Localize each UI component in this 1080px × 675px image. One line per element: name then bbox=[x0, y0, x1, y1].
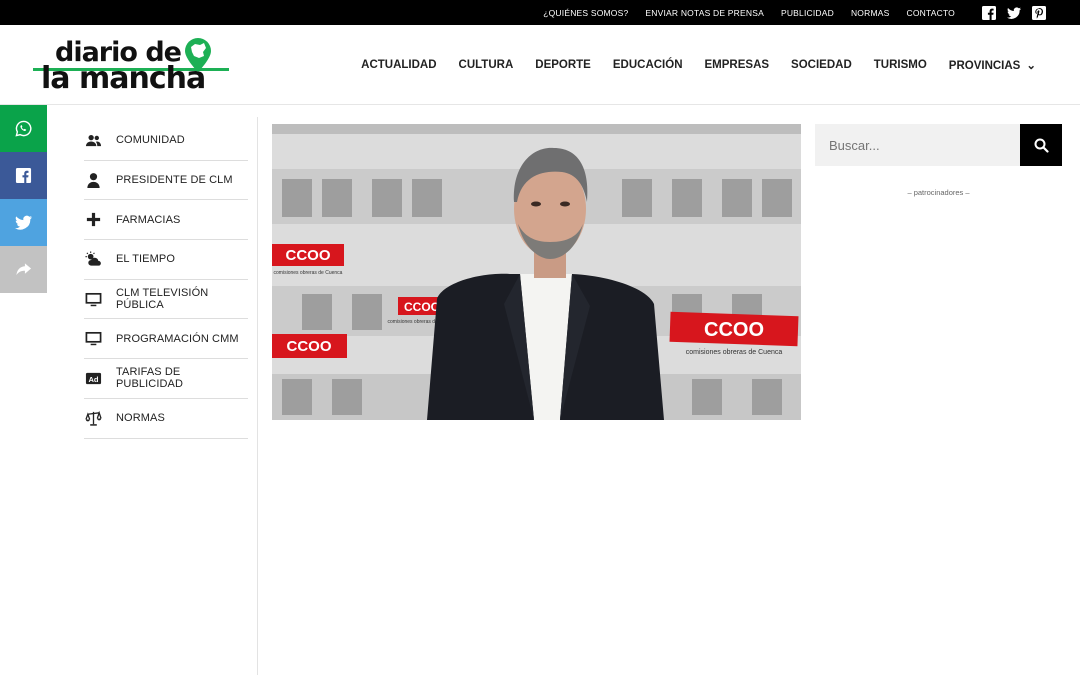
cloud-sun-icon bbox=[85, 251, 101, 266]
nav-provincias[interactable]: PROVINCIAS ⌄ bbox=[949, 58, 1036, 72]
nav-sociedad[interactable]: SOCIEDAD bbox=[791, 59, 852, 71]
facebook-icon[interactable] bbox=[982, 6, 996, 20]
twitter-icon[interactable] bbox=[1007, 6, 1021, 20]
logo-line2: la mancha bbox=[41, 61, 206, 96]
sponsor-label: – patrocinadores – bbox=[907, 188, 970, 197]
sidebar-item-presidente[interactable]: PRESIDENTE DE CLM bbox=[84, 161, 248, 201]
sidebar-item-programacion[interactable]: PROGRAMACIÓN CMM bbox=[84, 319, 248, 360]
nav-deporte[interactable]: DEPORTE bbox=[535, 59, 591, 71]
site-logo[interactable]: diario de la mancha bbox=[33, 37, 233, 97]
site-header: diario de la mancha ACTUALIDAD CULTURA D… bbox=[0, 25, 1080, 105]
svg-text:Ad: Ad bbox=[88, 375, 98, 384]
ccoo-sign-subtitle: comisiones obreras de Cuenca bbox=[274, 270, 343, 276]
top-link-publicidad[interactable]: PUBLICIDAD bbox=[781, 8, 834, 18]
top-social-icons bbox=[982, 6, 1046, 20]
monitor-icon bbox=[85, 292, 102, 306]
pinterest-icon[interactable] bbox=[1032, 6, 1046, 20]
sidebar-item-label: FARMACIAS bbox=[116, 213, 181, 226]
nav-educacion[interactable]: EDUCACIÓN bbox=[613, 59, 683, 71]
ccoo-sign-text: CCOO bbox=[287, 338, 332, 355]
sidebar-item-label: EL TIEMPO bbox=[116, 253, 175, 266]
scale-icon bbox=[85, 410, 102, 426]
search-icon bbox=[1034, 138, 1049, 153]
plus-icon bbox=[86, 213, 101, 227]
top-link-normas[interactable]: NORMAS bbox=[851, 8, 890, 18]
sidebar-item-label: TARIFAS DE PUBLICIDAD bbox=[116, 366, 184, 391]
chevron-down-icon: ⌄ bbox=[1026, 60, 1036, 72]
photo-illustration: CCOO CCOO CCOO CCOO comisiones obreras d… bbox=[272, 124, 801, 420]
sidebar-item-farmacias[interactable]: FARMACIAS bbox=[84, 200, 248, 241]
search-box bbox=[815, 124, 1062, 166]
top-link-quienes-somos[interactable]: ¿QUIÉNES SOMOS? bbox=[543, 8, 628, 18]
main-nav: ACTUALIDAD CULTURA DEPORTE EDUCACIÓN EMP… bbox=[361, 25, 1036, 105]
user-icon bbox=[87, 172, 100, 188]
nav-turismo[interactable]: TURISMO bbox=[874, 59, 927, 71]
facebook-icon bbox=[15, 167, 32, 184]
users-icon bbox=[85, 134, 102, 147]
sidebar-item-label: COMUNIDAD bbox=[116, 134, 185, 147]
ccoo-sign-text: CCOO bbox=[286, 247, 331, 264]
top-bar: ¿QUIÉNES SOMOS? ENVIAR NOTAS DE PRENSA P… bbox=[0, 0, 1080, 25]
twitter-icon bbox=[15, 215, 32, 230]
sidebar-item-tarifas[interactable]: Ad TARIFAS DE PUBLICIDAD bbox=[84, 359, 248, 399]
top-link-contacto[interactable]: CONTACTO bbox=[906, 8, 955, 18]
share-more-button[interactable] bbox=[0, 246, 47, 293]
monitor-icon bbox=[85, 332, 102, 346]
share-facebook-button[interactable] bbox=[0, 152, 47, 199]
top-link-enviar-notas[interactable]: ENVIAR NOTAS DE PRENSA bbox=[645, 8, 764, 18]
share-twitter-button[interactable] bbox=[0, 199, 47, 246]
share-icon bbox=[16, 263, 32, 276]
nav-actualidad[interactable]: ACTUALIDAD bbox=[361, 59, 436, 71]
ccoo-sign-subtitle: comisiones obreras de Cuenca bbox=[686, 349, 783, 356]
ad-icon: Ad bbox=[85, 372, 102, 385]
ccoo-sign-text: CCOO bbox=[404, 300, 440, 314]
whatsapp-icon bbox=[15, 120, 32, 137]
share-bar bbox=[0, 105, 47, 293]
sidebar-item-clm-television[interactable]: CLM TELEVISIÓN PÚBLICA bbox=[84, 280, 248, 320]
sidebar-item-label: PROGRAMACIÓN CMM bbox=[116, 332, 239, 345]
sidebar-item-normas[interactable]: NORMAS bbox=[84, 399, 248, 439]
nav-cultura[interactable]: CULTURA bbox=[459, 59, 514, 71]
column-divider bbox=[257, 117, 258, 675]
sidebar-item-label: PRESIDENTE DE CLM bbox=[116, 174, 233, 187]
share-whatsapp-button[interactable] bbox=[0, 105, 47, 152]
top-links: ¿QUIÉNES SOMOS? ENVIAR NOTAS DE PRENSA P… bbox=[543, 0, 955, 25]
article-photo[interactable]: CCOO CCOO CCOO CCOO comisiones obreras d… bbox=[272, 124, 801, 420]
sidebar-item-label: NORMAS bbox=[116, 412, 165, 425]
map-pin-icon bbox=[185, 38, 211, 72]
sidebar-item-label: CLM TELEVISIÓN PÚBLICA bbox=[116, 287, 209, 312]
nav-provincias-label: PROVINCIAS bbox=[948, 60, 1021, 72]
search-button[interactable] bbox=[1020, 124, 1062, 166]
sidebar-item-tiempo[interactable]: EL TIEMPO bbox=[84, 240, 248, 280]
search-input[interactable] bbox=[815, 124, 1020, 166]
nav-empresas[interactable]: EMPRESAS bbox=[705, 59, 770, 71]
ccoo-sign-text: CCOO bbox=[704, 319, 764, 341]
sidebar-nav: COMUNIDAD PRESIDENTE DE CLM FARMACIAS EL… bbox=[84, 121, 248, 439]
sidebar-item-comunidad[interactable]: COMUNIDAD bbox=[84, 121, 248, 161]
